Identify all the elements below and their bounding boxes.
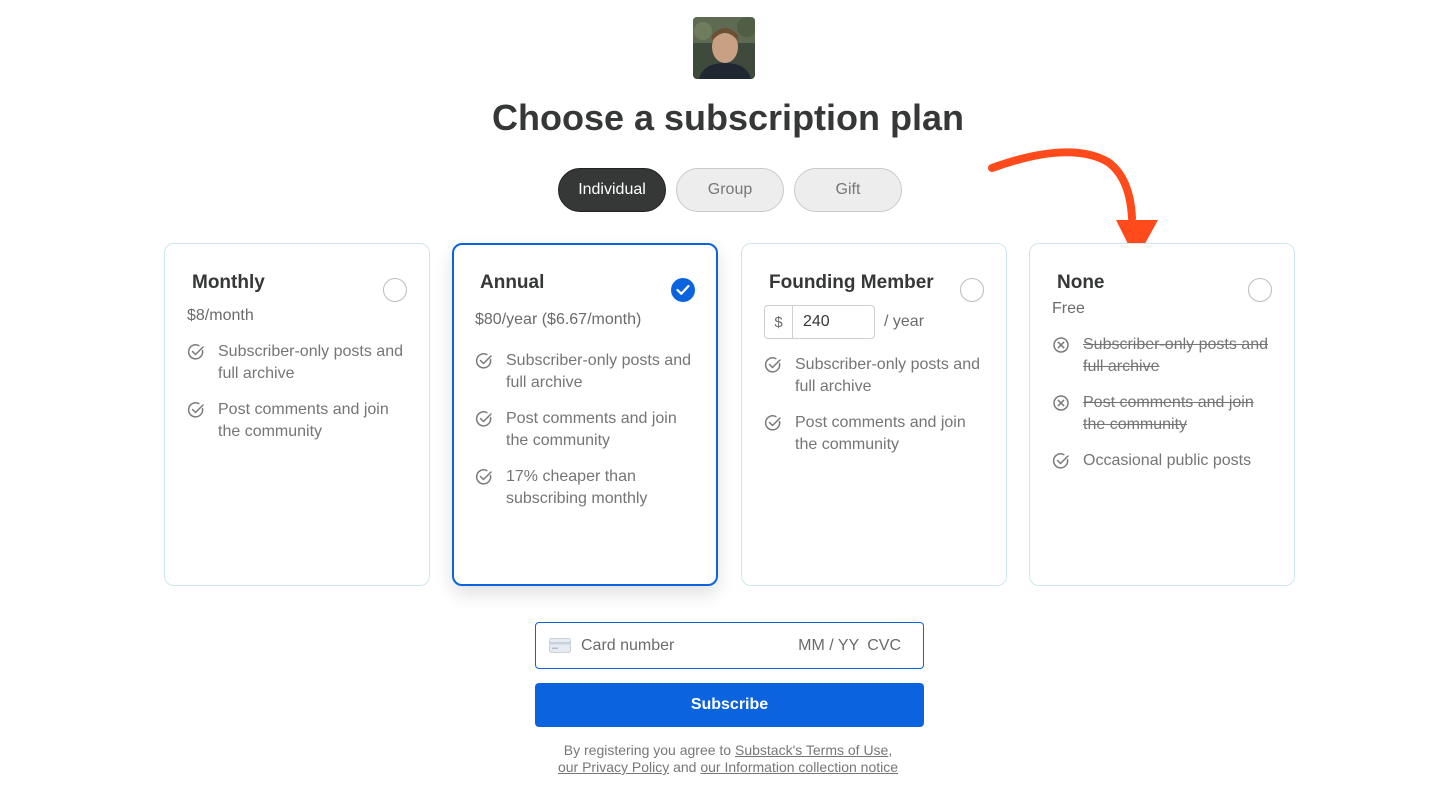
check-circle-icon	[187, 344, 204, 360]
currency-symbol: $	[764, 305, 792, 339]
terms-of-use-link[interactable]: Substack's Terms of Use	[735, 742, 888, 758]
x-circle-icon	[1053, 337, 1069, 353]
subscribe-button[interactable]: Subscribe	[535, 683, 924, 727]
checkmark-icon	[676, 284, 690, 295]
card-details-field[interactable]: Card number MM / YY CVC	[535, 622, 924, 669]
feature-text: Occasional public posts	[1083, 452, 1252, 469]
feature-list: Subscriber-only posts and full archive P…	[1052, 334, 1280, 486]
feature-item: 17% cheaper than subscribing monthly	[475, 466, 703, 510]
legal-notice: By registering you agree to Substack's T…	[0, 742, 1456, 776]
check-circle-icon	[475, 353, 492, 369]
legal-prefix: By registering you agree to	[563, 742, 732, 758]
check-circle-icon	[764, 415, 781, 431]
author-avatar	[693, 17, 755, 79]
plan-price: $8/month	[187, 307, 254, 324]
plan-type-tabs: Individual Group Gift	[0, 168, 1456, 212]
plan-radio-none[interactable]	[1248, 278, 1272, 302]
tab-individual[interactable]: Individual	[558, 168, 666, 212]
plan-card-founding-member[interactable]: Founding Member $ / year Subscriber-only…	[741, 243, 1007, 586]
tab-group[interactable]: Group	[676, 168, 784, 212]
credit-card-icon	[549, 638, 571, 653]
tab-gift[interactable]: Gift	[794, 168, 902, 212]
plan-radio-founding[interactable]	[960, 278, 984, 302]
plan-card-annual[interactable]: Annual $80/year ($6.67/month) Subscriber…	[452, 243, 718, 586]
information-collection-link[interactable]: our Information collection notice	[700, 759, 898, 775]
expiry-input[interactable]: MM / YY	[798, 637, 859, 655]
plan-name: Annual	[480, 272, 545, 293]
plan-price: Free	[1052, 300, 1085, 317]
feature-text: Subscriber-only posts and full archive	[1083, 336, 1268, 375]
feature-text: 17% cheaper than subscribing monthly	[506, 468, 648, 507]
plan-price: $80/year ($6.67/month)	[475, 311, 642, 328]
check-circle-icon	[475, 469, 492, 485]
feature-list: Subscriber-only posts and full archive P…	[187, 341, 415, 457]
feature-text: Subscriber-only posts and full archive	[218, 343, 403, 382]
plan-name: None	[1057, 272, 1105, 293]
feature-text: Post comments and join the community	[795, 414, 966, 453]
founding-amount-input[interactable]	[792, 305, 875, 339]
check-circle-icon	[187, 402, 204, 418]
page-title: Choose a subscription plan	[491, 97, 965, 138]
plan-card-monthly[interactable]: Monthly $8/month Subscriber-only posts a…	[164, 243, 430, 586]
privacy-policy-link[interactable]: our Privacy Policy	[558, 759, 669, 775]
feature-item: Post comments and join the community	[1052, 392, 1280, 436]
x-circle-icon	[1053, 395, 1069, 411]
check-circle-icon	[764, 357, 781, 373]
feature-item: Subscriber-only posts and full archive	[1052, 334, 1280, 378]
avatar-photo	[693, 17, 755, 79]
cvc-input[interactable]: CVC	[867, 637, 901, 655]
feature-list: Subscriber-only posts and full archive P…	[475, 350, 703, 524]
plan-radio-monthly[interactable]	[383, 278, 407, 302]
legal-comma: ,	[888, 742, 893, 758]
amount-period: / year	[884, 313, 925, 330]
plan-radio-annual[interactable]	[671, 278, 695, 302]
feature-item: Post comments and join the community	[187, 399, 415, 443]
plan-card-none[interactable]: None Free Subscriber-only posts and full…	[1029, 243, 1295, 586]
legal-and: and	[673, 759, 697, 775]
plan-name: Founding Member	[769, 272, 934, 293]
feature-list: Subscriber-only posts and full archive P…	[764, 354, 992, 470]
check-circle-icon	[475, 411, 492, 427]
feature-item: Subscriber-only posts and full archive	[764, 354, 992, 398]
feature-item: Subscriber-only posts and full archive	[187, 341, 415, 385]
feature-text: Post comments and join the community	[1083, 394, 1254, 433]
feature-item: Occasional public posts	[1052, 450, 1280, 472]
custom-amount: $ / year	[764, 304, 924, 340]
feature-text: Subscriber-only posts and full archive	[795, 356, 980, 395]
card-number-input[interactable]: Card number	[581, 637, 798, 655]
feature-item: Post comments and join the community	[764, 412, 992, 456]
check-circle-icon	[1052, 453, 1069, 469]
feature-text: Subscriber-only posts and full archive	[506, 352, 691, 391]
feature-text: Post comments and join the community	[506, 410, 677, 449]
feature-item: Post comments and join the community	[475, 408, 703, 452]
feature-item: Subscriber-only posts and full archive	[475, 350, 703, 394]
feature-text: Post comments and join the community	[218, 401, 389, 440]
plan-name: Monthly	[192, 272, 265, 293]
